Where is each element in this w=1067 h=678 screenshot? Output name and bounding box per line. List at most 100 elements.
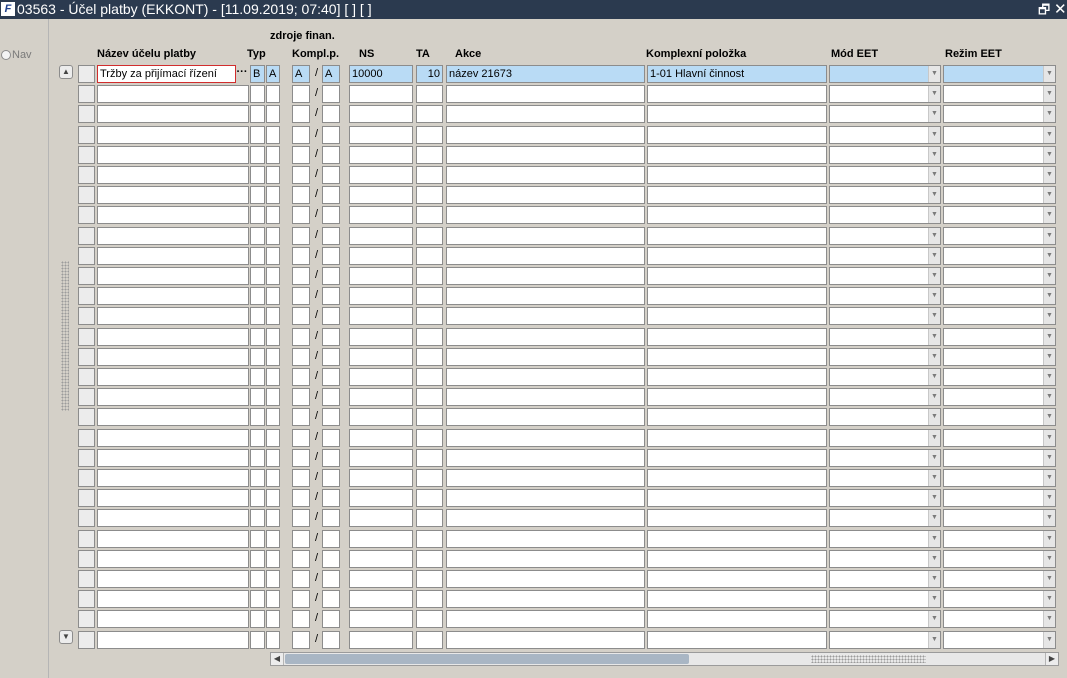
chevron-down-icon[interactable]: ▼ — [1043, 470, 1055, 486]
scroll-left-icon[interactable]: ◀ — [271, 653, 284, 665]
chevron-down-icon[interactable]: ▼ — [1043, 247, 1055, 264]
kompl-field-b[interactable] — [322, 428, 340, 447]
mod-eet-select[interactable] — [829, 469, 941, 487]
ns-field[interactable] — [349, 388, 413, 407]
nazev-field[interactable] — [97, 186, 249, 205]
chevron-down-icon[interactable]: ▼ — [1043, 389, 1055, 406]
rezim-eet-select[interactable] — [943, 529, 1056, 548]
ta-field[interactable] — [416, 246, 443, 265]
ellipsis-button[interactable]: ··· — [235, 65, 249, 83]
komplexni-polozka-field[interactable] — [647, 408, 827, 427]
kompl-field-a[interactable] — [292, 287, 310, 306]
ns-field[interactable] — [349, 226, 413, 245]
komplexni-polozka-field[interactable] — [647, 630, 827, 649]
typ-field[interactable] — [250, 186, 265, 205]
kompl-field-b[interactable] — [322, 549, 340, 568]
chevron-down-icon[interactable]: ▼ — [928, 86, 940, 103]
komplexni-polozka-field[interactable] — [647, 590, 827, 609]
typ-field[interactable] — [250, 307, 265, 326]
chevron-down-icon[interactable]: ▼ — [928, 66, 940, 82]
komplexni-polozka-field[interactable] — [647, 448, 827, 467]
komplexni-polozka-field[interactable]: 1-01 Hlavní činnost — [647, 65, 827, 83]
chevron-down-icon[interactable]: ▼ — [928, 510, 940, 527]
kompl-field-a[interactable] — [292, 206, 310, 225]
ta-field[interactable] — [416, 388, 443, 407]
record-selector[interactable] — [78, 489, 95, 508]
rezim-eet-select[interactable] — [943, 509, 1056, 528]
typ-field[interactable] — [250, 630, 265, 649]
rezim-eet-select[interactable] — [943, 469, 1056, 487]
typ-field[interactable] — [250, 85, 265, 104]
kompl-field-a[interactable] — [292, 469, 310, 487]
ns-field[interactable] — [349, 368, 413, 386]
scroll-grip[interactable] — [811, 655, 926, 663]
nazev-field[interactable] — [97, 408, 249, 427]
scroll-up-icon[interactable]: ▲ — [59, 65, 73, 79]
chevron-down-icon[interactable]: ▼ — [1043, 308, 1055, 325]
typ-field-2[interactable] — [266, 105, 280, 124]
akce-field[interactable] — [446, 610, 645, 629]
nazev-field[interactable] — [97, 610, 249, 629]
typ-field[interactable] — [250, 408, 265, 427]
chevron-down-icon[interactable]: ▼ — [928, 227, 940, 244]
kompl-field-a[interactable] — [292, 267, 310, 285]
kompl-field-b[interactable] — [322, 489, 340, 508]
chevron-down-icon[interactable]: ▼ — [1043, 328, 1055, 345]
record-selector[interactable] — [78, 327, 95, 346]
kompl-field-b[interactable] — [322, 327, 340, 346]
record-selector[interactable] — [78, 610, 95, 629]
kompl-field-a[interactable] — [292, 590, 310, 609]
typ-field-2[interactable] — [266, 246, 280, 265]
kompl-field-b[interactable] — [322, 347, 340, 366]
typ-field-2[interactable] — [266, 590, 280, 609]
akce-field[interactable] — [446, 125, 645, 144]
record-selector[interactable] — [78, 267, 95, 285]
typ-field-2[interactable] — [266, 509, 280, 528]
mod-eet-select[interactable] — [829, 549, 941, 568]
scroll-down-icon[interactable]: ▼ — [59, 630, 73, 644]
horizontal-scrollbar[interactable]: ◀ ▶ — [270, 652, 1059, 666]
mod-eet-select[interactable] — [829, 570, 941, 588]
ta-field[interactable]: 10 — [416, 65, 443, 83]
ta-field[interactable] — [416, 287, 443, 306]
chevron-down-icon[interactable]: ▼ — [1043, 571, 1055, 587]
ns-field[interactable] — [349, 570, 413, 588]
kompl-field-a[interactable]: A — [292, 65, 310, 83]
akce-field[interactable] — [446, 327, 645, 346]
rezim-eet-select[interactable] — [943, 570, 1056, 588]
nazev-field[interactable] — [97, 509, 249, 528]
ta-field[interactable] — [416, 125, 443, 144]
typ-field-2[interactable] — [266, 368, 280, 386]
kompl-field-a[interactable] — [292, 549, 310, 568]
ns-field[interactable] — [349, 408, 413, 427]
record-selector[interactable] — [78, 125, 95, 144]
ta-field[interactable] — [416, 408, 443, 427]
mod-eet-select[interactable] — [829, 206, 941, 225]
chevron-down-icon[interactable]: ▼ — [928, 328, 940, 345]
typ-field-2[interactable] — [266, 610, 280, 629]
scroll-grip[interactable] — [61, 261, 69, 411]
ns-field[interactable] — [349, 287, 413, 306]
ta-field[interactable] — [416, 529, 443, 548]
ta-field[interactable] — [416, 368, 443, 386]
nazev-field[interactable] — [97, 166, 249, 184]
mod-eet-select[interactable] — [829, 186, 941, 205]
chevron-down-icon[interactable]: ▼ — [1043, 288, 1055, 305]
typ-field[interactable] — [250, 388, 265, 407]
rezim-eet-select[interactable] — [943, 388, 1056, 407]
typ-field[interactable] — [250, 428, 265, 447]
komplexni-polozka-field[interactable] — [647, 226, 827, 245]
rezim-eet-select[interactable] — [943, 448, 1056, 467]
kompl-field-b[interactable] — [322, 388, 340, 407]
akce-field[interactable] — [446, 105, 645, 124]
kompl-field-b[interactable] — [322, 570, 340, 588]
ns-field[interactable] — [349, 489, 413, 508]
record-selector[interactable] — [78, 630, 95, 649]
chevron-down-icon[interactable]: ▼ — [928, 490, 940, 507]
chevron-down-icon[interactable]: ▼ — [1043, 510, 1055, 527]
record-selector[interactable] — [78, 469, 95, 487]
nazev-field[interactable] — [97, 630, 249, 649]
ta-field[interactable] — [416, 267, 443, 285]
record-selector[interactable] — [78, 186, 95, 205]
nazev-field[interactable] — [97, 590, 249, 609]
